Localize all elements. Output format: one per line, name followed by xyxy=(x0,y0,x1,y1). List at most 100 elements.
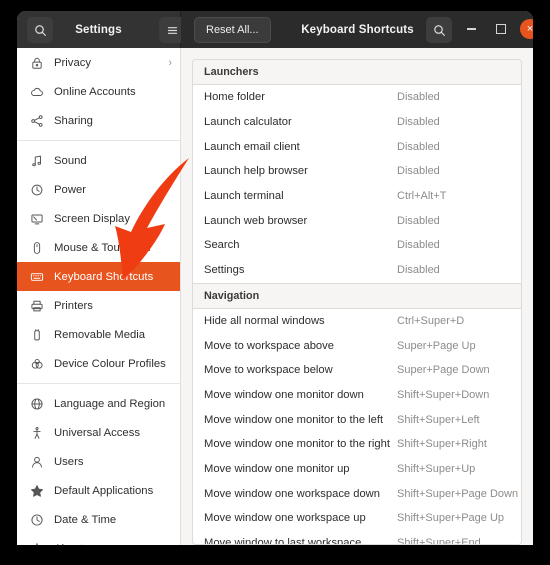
shortcut-accelerator: Disabled xyxy=(397,140,440,153)
sidebar-item-label: Printers xyxy=(54,299,93,312)
sidebar-headerbar: Settings xyxy=(17,11,185,48)
sidebar-item-power[interactable]: Power xyxy=(17,175,180,204)
accessibility-icon xyxy=(27,426,47,440)
sidebar-item-language-and-region[interactable]: Language and Region xyxy=(17,389,180,418)
shortcut-name: Move window to last workspace xyxy=(204,537,362,545)
mouse-icon xyxy=(27,241,47,255)
sidebar-item-label: Removable Media xyxy=(54,328,146,341)
reset-all-label: Reset All... xyxy=(206,24,259,36)
shortcut-name: Search xyxy=(204,239,240,252)
sidebar-item-label: Sharing xyxy=(54,114,93,127)
shortcut-row[interactable]: Home folder Disabled xyxy=(193,85,521,110)
sidebar-item-label: Users xyxy=(54,455,84,468)
content-headerbar: Reset All... Keyboard Shortcuts × xyxy=(181,11,533,48)
shortcut-row[interactable]: Move to workspace below Super+Page Down xyxy=(193,357,521,383)
shortcut-name: Move window one monitor up xyxy=(204,462,350,475)
shortcut-row[interactable]: Move to workspace above Super+Page Up xyxy=(193,333,521,358)
close-icon: × xyxy=(520,19,533,39)
window-headerbar: Settings Reset All... Keyboard Shortcuts xyxy=(17,11,533,48)
shortcut-accelerator: Shift+Super+Down xyxy=(397,388,490,401)
clock-icon xyxy=(27,513,47,527)
shortcut-row[interactable]: Launch terminal Ctrl+Alt+T xyxy=(193,183,521,209)
shortcut-accelerator: Shift+Super+Page Down xyxy=(397,487,519,500)
shortcut-group-header: Launchers xyxy=(193,60,521,85)
shortcuts-panel: Launchers Home folder Disabled Launch calcu… xyxy=(192,59,522,545)
monitor-icon xyxy=(27,212,47,226)
sidebar-item-privacy[interactable]: Privacy › xyxy=(17,48,180,77)
cloud-icon xyxy=(27,85,47,99)
shortcut-row[interactable]: Move window one monitor to the right Shif… xyxy=(193,431,521,457)
shortcut-accelerator: Shift+Super+Right xyxy=(397,438,487,451)
shortcut-name: Move window one monitor down xyxy=(204,388,364,401)
sidebar-item-universal-access[interactable]: Universal Access xyxy=(17,418,180,447)
shortcut-row[interactable]: Move window one workspace down Shift+Supe… xyxy=(193,481,521,506)
shortcut-name: Launch terminal xyxy=(204,190,284,203)
sidebar-item-label: Universal Access xyxy=(54,426,141,439)
screen: Settings Reset All... Keyboard Shortcuts xyxy=(0,0,550,565)
search-icon[interactable] xyxy=(426,17,452,43)
globe-icon xyxy=(27,397,47,411)
sidebar-item-sharing[interactable]: Sharing xyxy=(17,106,180,135)
shortcut-accelerator: Shift+Super+End xyxy=(397,537,481,545)
maximize-icon xyxy=(496,24,506,34)
shortcut-row[interactable]: Move window one monitor up Shift+Super+Up xyxy=(193,456,521,482)
sidebar-item-screen-display[interactable]: Screen Display xyxy=(17,204,180,233)
shortcuts-content: Launchers Home folder Disabled Launch calcu… xyxy=(181,48,533,545)
sidebar-item-label: Sound xyxy=(54,154,87,167)
close-button[interactable]: × xyxy=(518,17,533,41)
shortcut-row[interactable]: Launch calculator Disabled xyxy=(193,109,521,135)
shortcut-accelerator: Ctrl+Alt+T xyxy=(397,190,447,203)
sidebar-item-label: Language and Region xyxy=(54,397,166,410)
shortcut-row[interactable]: Settings Disabled xyxy=(193,257,521,283)
shortcut-row[interactable]: Search Disabled xyxy=(193,233,521,258)
minimize-icon xyxy=(466,28,476,30)
sidebar-item-removable-media[interactable]: Removable Media xyxy=(17,320,180,349)
shortcut-row[interactable]: Hide all normal windows Ctrl+Super+D xyxy=(193,308,521,334)
shortcut-name: Launch calculator xyxy=(204,116,292,129)
sidebar-item-printers[interactable]: Printers xyxy=(17,291,180,320)
sidebar-item-online-accounts[interactable]: Online Accounts xyxy=(17,77,180,106)
sidebar-item-label: About xyxy=(54,543,84,546)
shortcut-name: Move window one workspace up xyxy=(204,512,366,525)
sidebar-item-users[interactable]: Users xyxy=(17,447,180,476)
shortcut-row[interactable]: Launch help browser Disabled xyxy=(193,159,521,184)
shortcut-row[interactable]: Move window to last workspace Shift+Super… xyxy=(193,530,521,545)
shortcut-name: Move window one workspace down xyxy=(204,487,380,500)
shortcut-row[interactable]: Launch web browser Disabled xyxy=(193,208,521,234)
window-title-label: Keyboard Shortcuts xyxy=(301,23,414,36)
shortcut-name: Move window one monitor to the right xyxy=(204,438,390,451)
shortcut-accelerator: Shift+Super+Page Up xyxy=(397,512,505,525)
star-icon xyxy=(27,484,47,498)
keyboard-icon xyxy=(27,270,47,284)
shortcut-row[interactable]: Move window one monitor to the left Shift… xyxy=(193,407,521,432)
shortcut-group-title: Navigation xyxy=(204,289,260,302)
sidebar-item-label: Privacy xyxy=(54,56,92,69)
shortcut-row[interactable]: Move window one workspace up Shift+Super+… xyxy=(193,506,521,531)
settings-sidebar[interactable]: Privacy › Online Accounts Sharing Sound Power… xyxy=(17,48,181,545)
minimize-button[interactable] xyxy=(459,17,483,41)
search-icon[interactable] xyxy=(27,17,53,43)
sidebar-item-label: Power xyxy=(54,183,87,196)
sidebar-item-sound[interactable]: Sound xyxy=(17,146,180,175)
shortcut-name: Settings xyxy=(204,264,245,277)
maximize-button[interactable] xyxy=(489,17,513,41)
sidebar-item-device-colour-profiles[interactable]: Device Colour Profiles xyxy=(17,349,180,378)
sidebar-separator xyxy=(17,140,180,141)
shortcut-accelerator: Shift+Super+Left xyxy=(397,413,480,426)
settings-window: Settings Reset All... Keyboard Shortcuts xyxy=(17,11,533,545)
sidebar-item-label: Online Accounts xyxy=(54,85,136,98)
sidebar-item-default-applications[interactable]: Default Applications xyxy=(17,476,180,505)
shortcut-row[interactable]: Move window one monitor down Shift+Super+… xyxy=(193,382,521,408)
sidebar-item-mouse-touchpad[interactable]: Mouse & Touchpad xyxy=(17,233,180,262)
shortcut-name: Launch help browser xyxy=(204,165,308,178)
usb-drive-icon xyxy=(27,328,47,342)
reset-all-button[interactable]: Reset All... xyxy=(194,17,271,43)
shortcut-accelerator: Disabled xyxy=(397,116,440,129)
sidebar-item-date-time[interactable]: Date & Time xyxy=(17,505,180,534)
shortcut-row[interactable]: Launch email client Disabled xyxy=(193,134,521,160)
share-nodes-icon xyxy=(27,114,47,128)
chevron-right-icon: › xyxy=(168,56,172,69)
sidebar-item-keyboard-shortcuts[interactable]: Keyboard Shortcuts xyxy=(17,262,180,291)
shortcut-accelerator: Shift+Super+Up xyxy=(397,462,476,475)
sidebar-item-about[interactable]: About xyxy=(17,534,180,545)
